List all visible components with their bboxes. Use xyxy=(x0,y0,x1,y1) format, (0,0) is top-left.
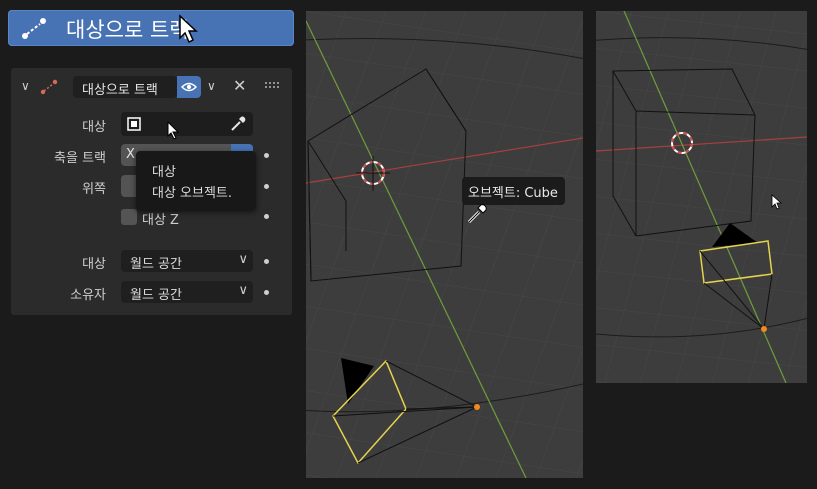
up-axis-label: 위쪽 xyxy=(82,182,106,197)
target-space-value: 월드 공간 xyxy=(130,257,182,272)
owner-space-dropdown[interactable]: 월드 공간 ∨ xyxy=(121,281,253,303)
viewport-scene-secondary xyxy=(596,11,807,383)
viewport-tooltip-text: 오브젝트: Cube xyxy=(468,186,558,201)
mouse-cursor-icon xyxy=(179,14,198,44)
eyedropper-cursor-icon xyxy=(467,204,487,224)
target-tooltip: 대상 대상 오브젝트. xyxy=(136,151,256,210)
target-z-label: 대상 Z xyxy=(142,213,179,228)
track-axis-value: X xyxy=(126,147,135,162)
object-icon xyxy=(127,117,141,131)
track-to-menu-item[interactable]: 대상으로 트랙 xyxy=(8,10,294,46)
target-z-checkbox[interactable] xyxy=(121,209,137,225)
track-to-constraint-icon xyxy=(22,18,46,39)
viewport-object-tooltip: 오브젝트: Cube xyxy=(462,177,565,205)
keyframe-dot[interactable] xyxy=(264,184,269,189)
collapse-chevron-icon[interactable]: ∨ xyxy=(21,79,30,93)
owner-space-label: 소유자 xyxy=(70,288,106,303)
eye-icon xyxy=(181,82,197,92)
options-dropdown-icon[interactable]: ∨ xyxy=(207,79,216,93)
keyframe-dot[interactable] xyxy=(264,153,269,158)
close-icon[interactable]: ✕ xyxy=(233,76,246,95)
visibility-toggle[interactable] xyxy=(177,76,201,98)
eyedropper-icon[interactable] xyxy=(229,115,247,133)
tooltip-description: 대상 오브젝트. xyxy=(152,186,233,201)
chevron-down-icon: ∨ xyxy=(238,283,248,298)
constraint-name: 대상으로 트랙 xyxy=(82,83,158,98)
owner-space-value: 월드 공간 xyxy=(130,288,182,303)
constraint-name-field[interactable]: 대상으로 트랙 xyxy=(73,76,177,98)
keyframe-dot[interactable] xyxy=(264,290,269,295)
target-field[interactable] xyxy=(121,112,253,136)
viewport-main[interactable] xyxy=(306,11,583,478)
chevron-down-icon: ∨ xyxy=(238,252,248,267)
target-space-dropdown[interactable]: 월드 공간 ∨ xyxy=(121,250,253,272)
drag-handle-icon[interactable] xyxy=(264,81,280,89)
mouse-cursor-icon xyxy=(167,121,180,140)
track-axis-label: 축을 트랙 xyxy=(54,151,106,166)
keyframe-dot[interactable] xyxy=(264,214,269,219)
menu-item-label: 대상으로 트랙 xyxy=(66,18,189,42)
viewport-scene xyxy=(306,11,583,478)
target-space-label: 대상 xyxy=(82,257,106,272)
viewport-secondary[interactable] xyxy=(596,11,807,383)
keyframe-dot[interactable] xyxy=(264,259,269,264)
constraint-type-icon xyxy=(40,79,58,95)
target-label: 대상 xyxy=(82,120,106,135)
tooltip-title: 대상 xyxy=(152,165,176,180)
